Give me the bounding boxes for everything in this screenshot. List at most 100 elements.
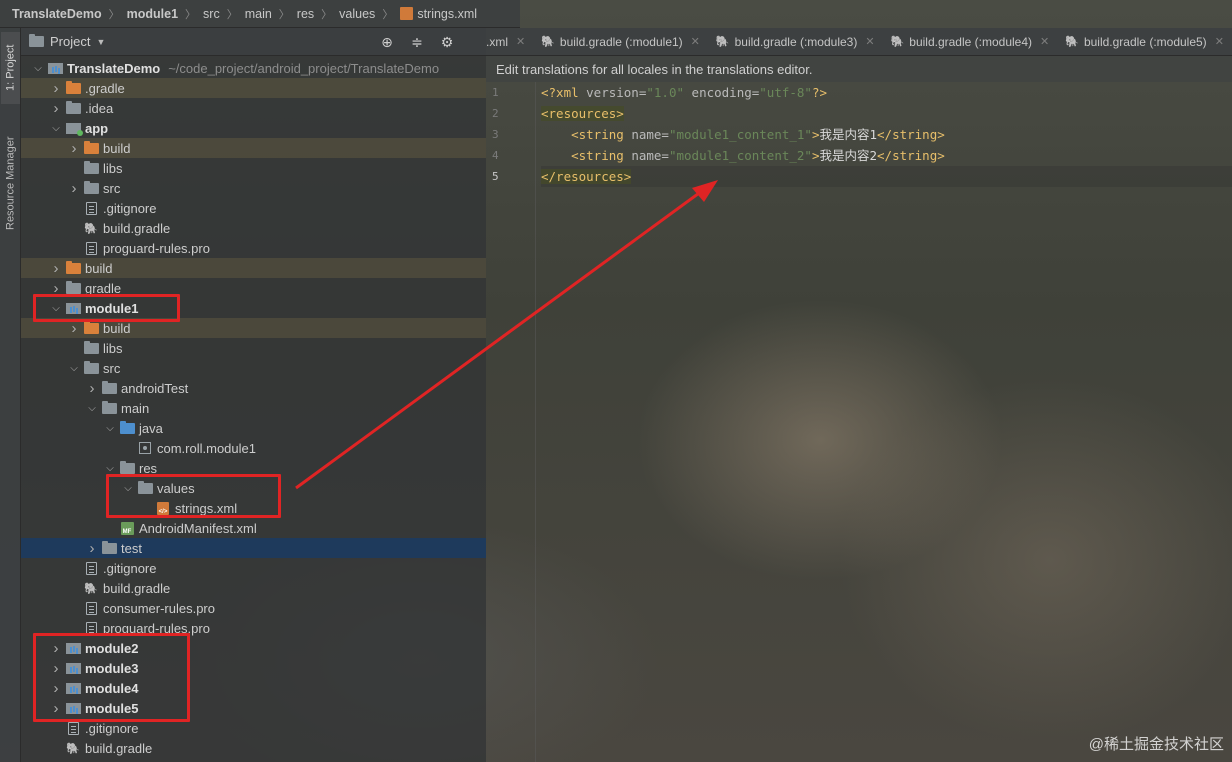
chevron-right-icon[interactable]: ›: [83, 540, 101, 557]
tree-item-module3[interactable]: › module3: [21, 658, 486, 678]
gradle-icon: 🐘: [541, 36, 555, 48]
breadcrumb-main[interactable]: main: [245, 7, 272, 21]
editor-tab[interactable]: 🐘 build.gradle (:module4) ✕: [883, 28, 1058, 55]
tree-item-src[interactable]: ⌵ src: [21, 358, 486, 378]
breadcrumb-project[interactable]: TranslateDemo: [12, 7, 102, 21]
tree-item-src[interactable]: › src: [21, 178, 486, 198]
module-folder-icon: [65, 641, 81, 655]
tree-item-module2[interactable]: › module2: [21, 638, 486, 658]
chevron-right-icon[interactable]: ›: [47, 680, 65, 697]
chevron-right-icon[interactable]: ›: [65, 180, 83, 197]
chevron-right-icon[interactable]: ›: [47, 80, 65, 97]
breadcrumb-values[interactable]: values: [339, 7, 375, 21]
close-icon[interactable]: ✕: [865, 35, 874, 48]
tree-item-proguard-rules-pro[interactable]: proguard-rules.pro: [21, 618, 486, 638]
tree-item-module1[interactable]: ⌵ module1: [21, 298, 486, 318]
tree-item-androidtest[interactable]: › androidTest: [21, 378, 486, 398]
tree-item-label: module1: [85, 300, 139, 316]
tree-item-build-gradle[interactable]: 🐘 build.gradle: [21, 218, 486, 238]
chevron-down-icon[interactable]: ⌵: [101, 463, 119, 474]
project-view-selector[interactable]: Project: [50, 34, 90, 49]
chevron-right-icon[interactable]: ›: [47, 260, 65, 277]
chevron-down-icon[interactable]: ⌵: [65, 363, 83, 374]
tree-item-java[interactable]: ⌵ java: [21, 418, 486, 438]
banner-text: Edit translations for all locales in the…: [496, 61, 813, 77]
editor-tab[interactable]: 🐘 build.gradle (:module5) ✕: [1057, 28, 1232, 55]
chevron-right-icon[interactable]: ›: [83, 380, 101, 397]
tree-item-module4[interactable]: › module4: [21, 678, 486, 698]
chevron-down-icon[interactable]: ⌵: [47, 303, 65, 314]
breadcrumb-strings-xml[interactable]: strings.xml: [400, 7, 477, 21]
tree-item-gradle[interactable]: › gradle: [21, 278, 486, 298]
breadcrumb-src[interactable]: src: [203, 7, 220, 21]
resource-manager-tool-tab[interactable]: Resource Manager: [1, 124, 20, 242]
locate-icon[interactable]: ⊕: [378, 33, 396, 51]
tree-item-main[interactable]: ⌵ main: [21, 398, 486, 418]
module-folder-icon: [65, 661, 81, 675]
chevron-right-icon[interactable]: ›: [65, 140, 83, 157]
code-token: "1.0": [646, 85, 685, 100]
tree-item-label: consumer-rules.pro: [103, 600, 215, 616]
chevron-right-icon[interactable]: ›: [47, 660, 65, 677]
translations-editor-banner[interactable]: Edit translations for all locales in the…: [486, 56, 1232, 82]
tree-item-gitignore[interactable]: .gitignore: [21, 718, 486, 738]
module-folder-icon: [65, 301, 81, 315]
tree-item-label: com.roll.module1: [157, 440, 256, 456]
code-token: </resources>: [541, 169, 632, 184]
tree-item-build[interactable]: › build: [21, 258, 486, 278]
tree-item-build-gradle[interactable]: 🐘 build.gradle: [21, 738, 486, 758]
manifest-icon: MF: [119, 521, 135, 535]
chevron-down-icon[interactable]: ⌵: [29, 63, 47, 74]
project-tool-tab[interactable]: 1: Project: [1, 32, 20, 104]
tree-item-build-gradle[interactable]: 🐘 build.gradle: [21, 578, 486, 598]
tree-item-build[interactable]: › build: [21, 138, 486, 158]
collapse-all-icon[interactable]: ≑: [408, 33, 426, 51]
folder-icon: [101, 540, 117, 555]
code-token: <?xml: [541, 85, 587, 100]
tree-item-strings-xml[interactable]: </> strings.xml: [21, 498, 486, 518]
chevron-right-icon[interactable]: ›: [47, 100, 65, 117]
caret-down-icon[interactable]: ▼: [96, 37, 105, 47]
chevron-right-icon[interactable]: ›: [47, 280, 65, 297]
close-icon[interactable]: ✕: [691, 35, 700, 48]
tree-item-com-roll-module1[interactable]: com.roll.module1: [21, 438, 486, 458]
code-token: 我是内容1: [819, 127, 878, 142]
tree-item-label: gradle: [85, 280, 122, 296]
tree-item-gitignore[interactable]: .gitignore: [21, 558, 486, 578]
code-editor[interactable]: <?xml version="1.0" encoding="utf-8"?> <…: [541, 82, 1232, 187]
tree-item-idea[interactable]: › .idea: [21, 98, 486, 118]
tree-item-libs[interactable]: libs: [21, 338, 486, 358]
tree-item-app[interactable]: ⌵ app: [21, 118, 486, 138]
tree-item-module5[interactable]: › module5: [21, 698, 486, 718]
chevron-right-icon: 〉: [321, 8, 333, 21]
editor-tab[interactable]: 🐘 build.gradle (:module3) ✕: [708, 28, 883, 55]
chevron-down-icon[interactable]: ⌵: [101, 423, 119, 434]
tree-item-proguard-rules-pro[interactable]: proguard-rules.pro: [21, 238, 486, 258]
chevron-down-icon[interactable]: ⌵: [119, 483, 137, 494]
chevron-down-icon[interactable]: ⌵: [83, 403, 101, 414]
file-icon: [83, 561, 99, 575]
tree-item-androidmanifest-xml[interactable]: MF AndroidManifest.xml: [21, 518, 486, 538]
tree-item-build[interactable]: › build: [21, 318, 486, 338]
editor-tab[interactable]: 🐘 build.gradle (:module1) ✕: [533, 28, 708, 55]
tree-item-label: proguard-rules.pro: [103, 240, 210, 256]
tree-item-res[interactable]: ⌵ res: [21, 458, 486, 478]
tree-item-gradle[interactable]: › .gradle: [21, 78, 486, 98]
tree-item-gitignore[interactable]: .gitignore: [21, 198, 486, 218]
chevron-right-icon[interactable]: ›: [47, 640, 65, 657]
tree-item-libs[interactable]: libs: [21, 158, 486, 178]
close-icon[interactable]: ✕: [1040, 35, 1049, 48]
gear-icon[interactable]: ⚙: [438, 33, 456, 51]
chevron-right-icon[interactable]: ›: [65, 320, 83, 337]
tree-item-translatedemo[interactable]: ⌵ TranslateDemo ~/code_project/android_pro…: [21, 58, 486, 78]
chevron-down-icon[interactable]: ⌵: [47, 123, 65, 134]
tree-item-values[interactable]: ⌵ values: [21, 478, 486, 498]
close-icon[interactable]: ✕: [1215, 35, 1224, 48]
breadcrumb-res[interactable]: res: [297, 7, 314, 21]
tree-item-consumer-rules-pro[interactable]: consumer-rules.pro: [21, 598, 486, 618]
editor-tab[interactable]: .xml ✕: [486, 28, 533, 55]
tree-item-test[interactable]: › test: [21, 538, 486, 558]
close-icon[interactable]: ✕: [516, 35, 525, 48]
chevron-right-icon[interactable]: ›: [47, 700, 65, 717]
breadcrumb-module1[interactable]: module1: [127, 7, 178, 21]
